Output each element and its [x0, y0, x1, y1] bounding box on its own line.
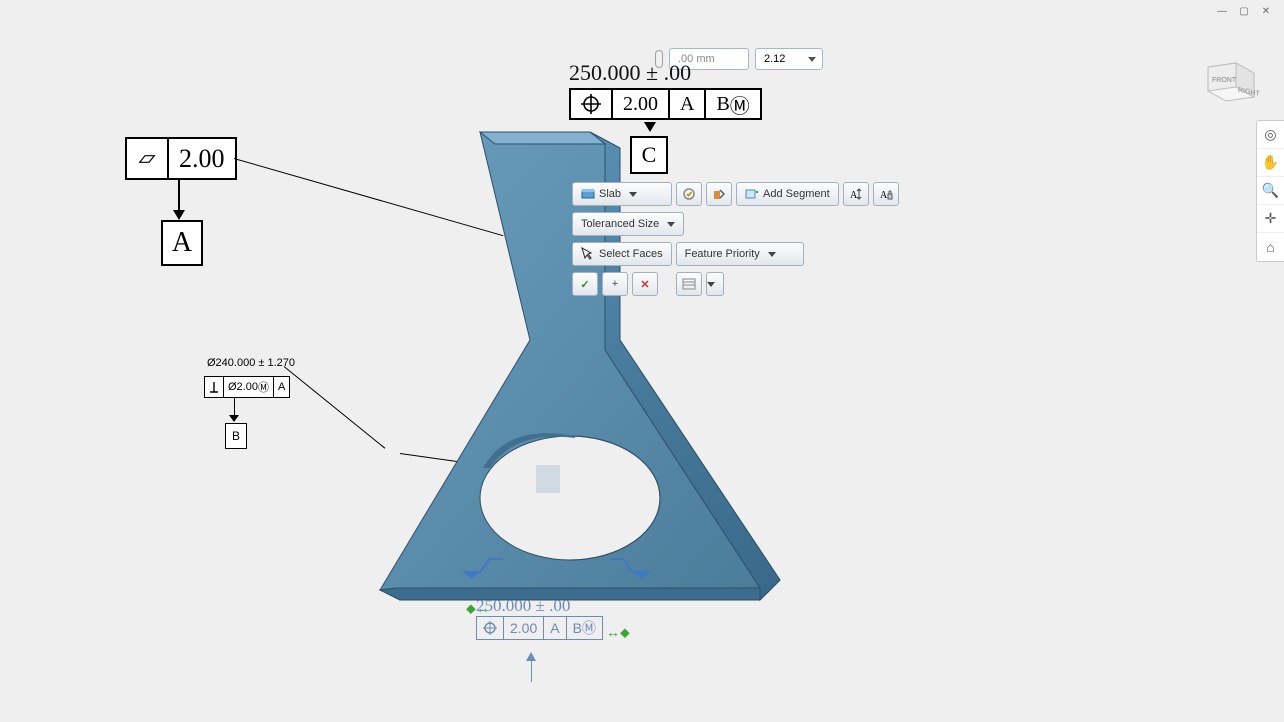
view-toolbar: ◎ ✋ 🔍 ✛ ⌂ [1256, 120, 1284, 262]
window-close[interactable]: ✕ [1258, 6, 1274, 18]
fit-tool[interactable]: ✛ [1257, 205, 1284, 233]
selected-fcf-d1: A [544, 617, 566, 639]
datum-b-box[interactable]: B [225, 423, 247, 449]
svg-text:A: A [850, 190, 858, 201]
ctx-row-tolerance: Toleranced Size [572, 212, 684, 236]
selected-datum-arrow-icon [526, 652, 536, 661]
fcf-position[interactable]: 2.00 A BⓂ [569, 88, 762, 120]
zoom-tool[interactable]: 🔍 [1257, 177, 1284, 205]
fcf-flatness[interactable]: 2.00 [125, 137, 237, 180]
dim-handle-right-icon[interactable]: ↔⬥ [606, 624, 630, 641]
pan-tool[interactable]: ✋ [1257, 149, 1284, 177]
selected-fcf: 2.00 A BⓂ [476, 616, 603, 640]
toleranced-size-dropdown[interactable]: Toleranced Size [572, 212, 684, 236]
datum-a-box[interactable]: A [161, 220, 203, 266]
auto-tolerance-button[interactable] [676, 182, 702, 206]
fcf-tolerance: 2.00 [613, 90, 670, 118]
selected-dim-text: 250.000 ± .00 [476, 596, 570, 616]
ctx-row-feature: Slab Add Segment A A [572, 182, 899, 206]
position-symbol-icon [571, 90, 613, 118]
feature-priority-dropdown[interactable]: Feature Priority [676, 242, 804, 266]
perp-tolerance: Ø2.00Ⓜ [224, 377, 274, 397]
from-selection-button[interactable] [706, 182, 732, 206]
main-dimension-text: 250.000 ± .00 [569, 60, 691, 86]
confirm-button[interactable]: ✓ [572, 272, 598, 296]
datum-target-right-icon [605, 554, 655, 582]
ctx-row-actions: ✓ + ✕ [572, 272, 724, 296]
text-lock-button[interactable]: A [873, 182, 899, 206]
orbit-tool[interactable]: ◎ [1257, 121, 1284, 149]
selected-position-icon [477, 617, 504, 639]
highlight-region [536, 465, 560, 493]
tolerance-version-dropdown[interactable]: 2.12 [755, 48, 823, 70]
add-segment-button[interactable]: Add Segment [736, 182, 839, 206]
select-faces-button[interactable]: Select Faces [572, 242, 672, 266]
selected-fcf-tol: 2.00 [504, 617, 544, 639]
datum-b-leader [234, 398, 235, 416]
window-minimize[interactable]: — [1214, 6, 1230, 18]
library-dropdown[interactable] [706, 272, 724, 296]
svg-text:FRONT: FRONT [1212, 77, 1237, 84]
selected-fcf-d2: BⓂ [567, 617, 602, 639]
fcf-datum-a: A [670, 90, 706, 118]
datum-b-arrow-icon [229, 415, 239, 422]
home-view-tool[interactable]: ⌂ [1257, 233, 1284, 261]
svg-text:A: A [880, 190, 888, 201]
feature-type-dropdown[interactable]: Slab [572, 182, 672, 206]
library-button[interactable] [676, 272, 702, 296]
add-button[interactable]: + [602, 272, 628, 296]
perpendicularity-symbol-icon [205, 377, 224, 397]
text-height-button[interactable]: A [843, 182, 869, 206]
flatness-symbol-icon [127, 139, 169, 178]
datum-target-left-icon [458, 554, 508, 582]
fcf-perpendicularity[interactable]: Ø2.00Ⓜ A [204, 376, 290, 398]
window-maximize[interactable]: ▢ [1236, 6, 1252, 18]
flatness-tolerance: 2.00 [169, 139, 235, 178]
window-controls: — ▢ ✕ [1214, 6, 1274, 18]
perp-datum: A [274, 377, 289, 397]
selected-dimension[interactable]: 250.000 ± .00 2.00 A BⓂ [476, 596, 603, 640]
datum-a-arrow-icon [173, 210, 185, 220]
view-cube[interactable]: FRONT RIGHT [1198, 55, 1260, 103]
diameter-dimension: Ø240.000 ± 1.270 [207, 357, 295, 369]
datum-a-leader [178, 180, 180, 212]
cancel-button[interactable]: ✕ [632, 272, 658, 296]
ctx-row-selection: Select Faces Feature Priority [572, 242, 804, 266]
fcf-datum-b: BⓂ [706, 90, 759, 118]
